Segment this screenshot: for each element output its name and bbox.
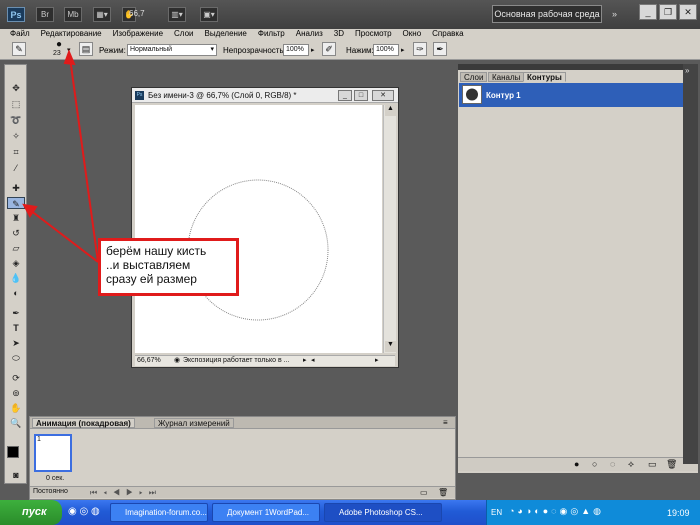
- annotation-line-1: берём нашу кисть: [106, 244, 207, 258]
- taskbar: пуск ◉ ◎ ◍ Imagination-forum.co... Докум…: [0, 500, 700, 525]
- taskbar-item-photoshop[interactable]: Adobe Photoshop CS...: [324, 503, 442, 522]
- annotation-line-3: сразу ей размер: [106, 272, 197, 286]
- annotation-line-2: ..и выставляем: [106, 258, 191, 272]
- taskbar-item-browser[interactable]: Imagination-forum.co...: [110, 503, 208, 522]
- language-indicator[interactable]: EN: [491, 508, 502, 517]
- tray-icons[interactable]: ◔◕◑◐●◌◉◎▲◍: [509, 506, 604, 517]
- annotation-callout: берём нашу кисть ..и выставляем сразу ей…: [98, 238, 239, 296]
- start-button[interactable]: пуск: [0, 500, 62, 525]
- taskbar-item-wordpad[interactable]: Документ 1WordPad...: [212, 503, 320, 522]
- quick-launch-icons[interactable]: ◉ ◎ ◍: [68, 506, 100, 517]
- system-tray: EN ◔◕◑◐●◌◉◎▲◍ 19:09: [486, 500, 700, 525]
- clock: 19:09: [667, 508, 690, 518]
